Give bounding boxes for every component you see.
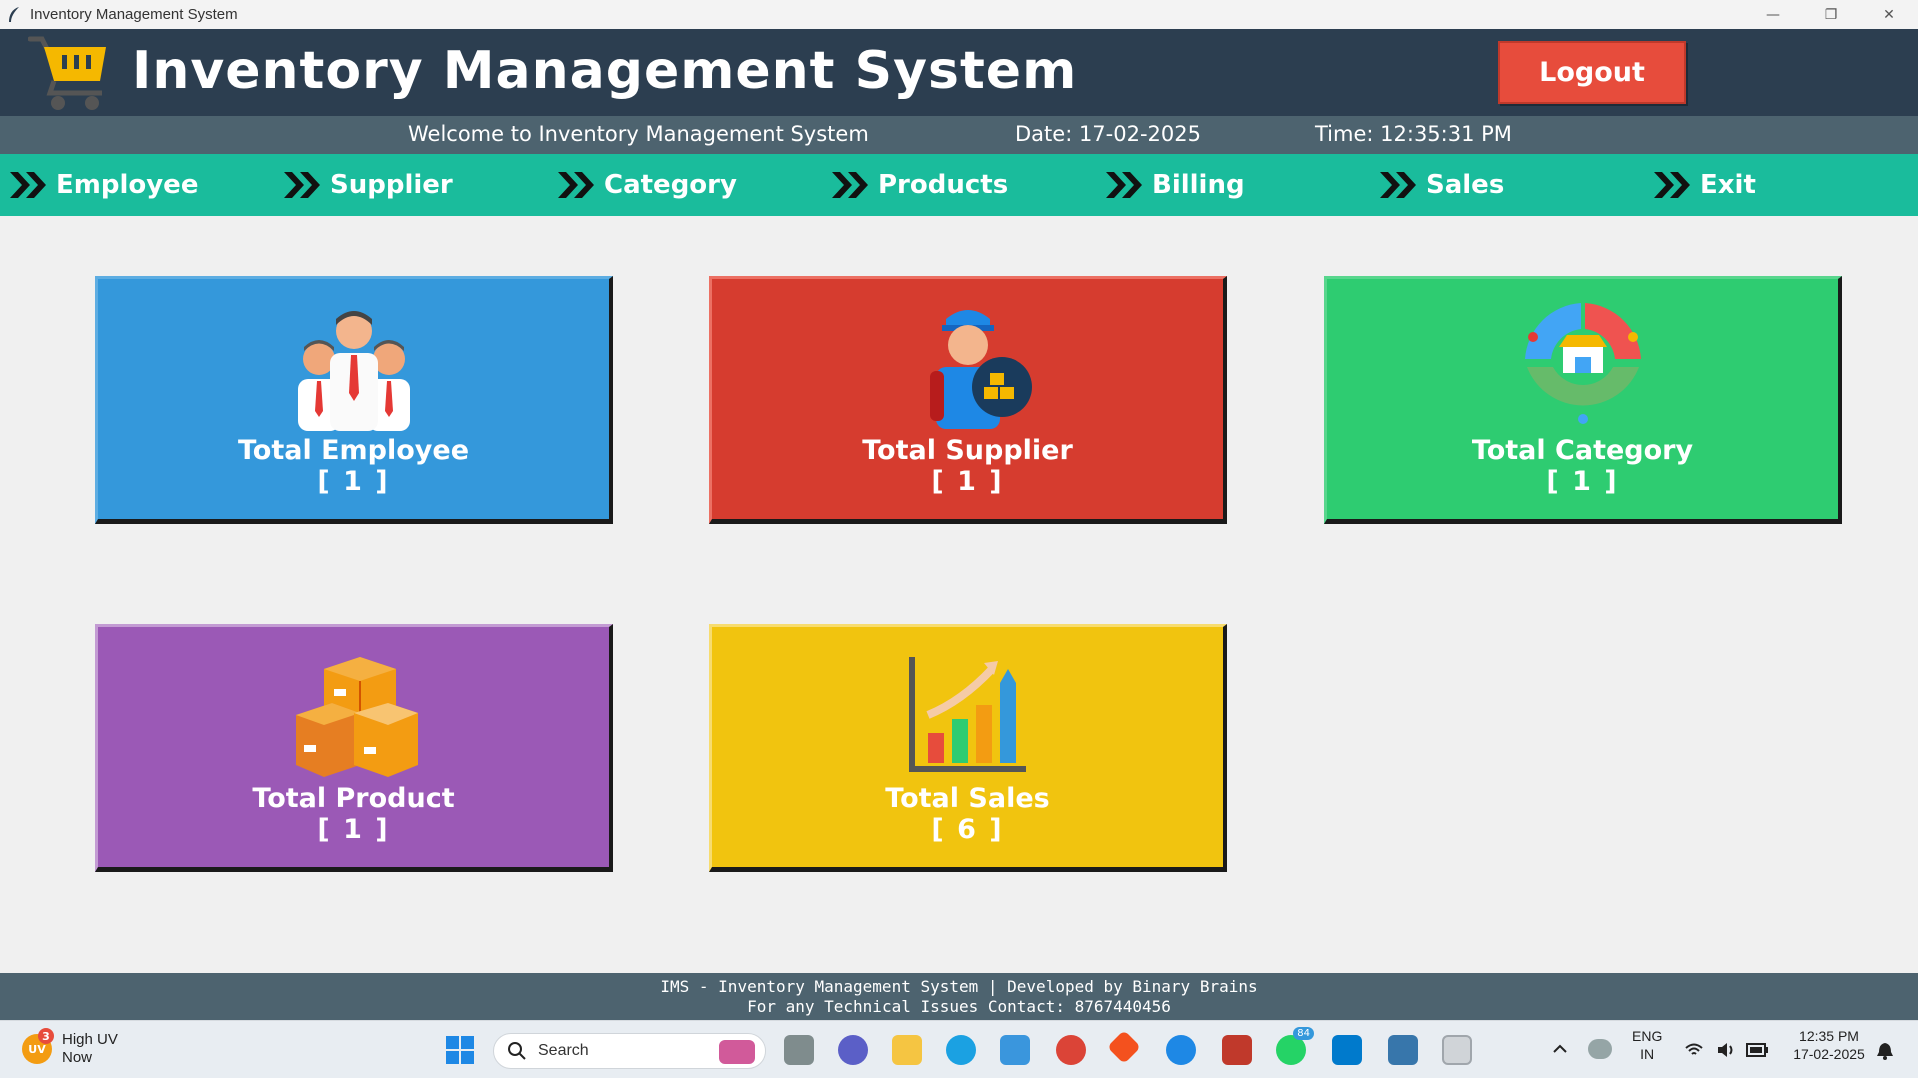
nav-label: Billing: [1152, 170, 1245, 200]
nav-item-sales[interactable]: Sales: [1378, 168, 1504, 202]
bell-icon[interactable]: [1876, 1041, 1894, 1061]
card-count: [ 6 ]: [931, 814, 1004, 845]
weather-sub: Now: [62, 1049, 93, 1066]
chrome-icon[interactable]: [1056, 1035, 1086, 1065]
language-indicator[interactable]: ENG IN: [1632, 1027, 1662, 1063]
card-count: [ 1 ]: [1546, 466, 1619, 497]
ims-app-icon[interactable]: [1442, 1035, 1472, 1065]
total-category-card: Total Category [ 1 ]: [1324, 276, 1842, 524]
nav-label: Exit: [1700, 170, 1756, 200]
nav-item-employee[interactable]: Employee: [8, 168, 198, 202]
onedrive-icon[interactable]: [1588, 1039, 1612, 1059]
card-label: Total Category: [1471, 435, 1694, 466]
status-bar: Welcome to Inventory Management System D…: [0, 116, 1918, 154]
battery-icon[interactable]: [1746, 1043, 1768, 1057]
close-button[interactable]: ✕: [1860, 0, 1918, 29]
whatsapp-badge: 84: [1293, 1027, 1314, 1040]
window-title-bar: Inventory Management System — ❐ ✕: [0, 0, 1918, 29]
double-chevron-icon: [558, 172, 594, 198]
nav-label: Category: [604, 170, 737, 200]
taskbar-search[interactable]: Search: [493, 1033, 766, 1069]
double-chevron-icon: [1380, 172, 1416, 198]
nav-label: Sales: [1426, 170, 1505, 200]
search-highlight-icon: [719, 1040, 755, 1064]
card-count: [ 1 ]: [931, 466, 1004, 497]
store-icon[interactable]: [1000, 1035, 1030, 1065]
employees-icon: [297, 311, 410, 431]
card-count: [ 1 ]: [317, 814, 390, 845]
nav-label: Employee: [56, 170, 199, 200]
card-label: Total Employee: [237, 435, 470, 466]
weather-widget[interactable]: UV 3 High UV Now: [22, 1028, 118, 1067]
whatsapp-icon[interactable]: 84: [1276, 1027, 1314, 1065]
total-supplier-card: Total Supplier [ 1 ]: [709, 276, 1227, 524]
double-chevron-icon: [10, 172, 46, 198]
feather-icon: [9, 6, 19, 22]
nav-label: Products: [878, 170, 1009, 200]
maximize-button[interactable]: ❐: [1802, 0, 1860, 29]
shopping-cart-icon: [28, 36, 106, 110]
footer-contact: For any Technical Issues Contact: 876744…: [747, 997, 1171, 1016]
task-view-icon[interactable]: [784, 1035, 814, 1065]
start-button[interactable]: [446, 1036, 474, 1064]
total-product-card: Total Product [ 1 ]: [95, 624, 613, 872]
help-icon[interactable]: [1166, 1035, 1196, 1065]
vscode-icon[interactable]: [1332, 1035, 1362, 1065]
double-chevron-icon: [832, 172, 868, 198]
sun-icon: UV 3: [22, 1028, 54, 1064]
double-chevron-icon: [1654, 172, 1690, 198]
category-icon: [1524, 303, 1641, 424]
volume-icon[interactable]: [1716, 1041, 1736, 1059]
total-sales-card: Total Sales [ 6 ]: [709, 624, 1227, 872]
nav-item-category[interactable]: Category: [556, 168, 737, 202]
windows-taskbar: UV 3 High UV Now Search 84 ENG IN 12:35 …: [0, 1020, 1918, 1078]
footer-credit: IMS - Inventory Management System | Deve…: [660, 977, 1258, 996]
wifi-icon[interactable]: [1684, 1041, 1704, 1059]
anydesk-icon[interactable]: [1107, 1030, 1141, 1064]
time-text: Time: 12:35:31 PM: [1315, 122, 1512, 146]
nav-item-billing[interactable]: Billing: [1104, 168, 1245, 202]
python-icon[interactable]: [1388, 1035, 1418, 1065]
date-text: Date: 17-02-2025: [1015, 122, 1201, 146]
search-label: Search: [538, 1042, 589, 1059]
card-count: [ 1 ]: [317, 466, 390, 497]
search-icon: [508, 1042, 526, 1060]
logout-button[interactable]: Logout: [1498, 41, 1686, 104]
card-label: Total Sales: [885, 783, 1050, 814]
nav-bar: Employee Supplier Category Products Bill…: [0, 154, 1918, 216]
app-header: Inventory Management System Logout: [0, 29, 1918, 116]
nav-label: Supplier: [330, 170, 453, 200]
double-chevron-icon: [1106, 172, 1142, 198]
total-employee-card: Total Employee [ 1 ]: [95, 276, 613, 524]
boxes-icon: [295, 657, 418, 777]
window-title: Inventory Management System: [30, 6, 238, 23]
chevron-up-icon[interactable]: [1552, 1041, 1568, 1057]
supplier-icon: [929, 310, 1032, 429]
welcome-text: Welcome to Inventory Management System: [408, 122, 869, 146]
dashboard: Total Employee [ 1 ] Total Supplier [ 1 …: [0, 216, 1918, 973]
mcafee-icon[interactable]: [1222, 1035, 1252, 1065]
notification-badge: 3: [38, 1028, 54, 1044]
app-footer: IMS - Inventory Management System | Deve…: [0, 973, 1918, 1020]
card-label: Total Product: [252, 783, 455, 814]
edge-icon[interactable]: [946, 1035, 976, 1065]
clock[interactable]: 12:35 PM 17-02-2025: [1782, 1027, 1876, 1063]
nav-item-products[interactable]: Products: [830, 168, 1008, 202]
double-chevron-icon: [284, 172, 320, 198]
nav-item-exit[interactable]: Exit: [1652, 168, 1756, 202]
weather-title: High UV: [62, 1031, 118, 1048]
nav-item-supplier[interactable]: Supplier: [282, 168, 453, 202]
teams-icon[interactable]: [838, 1035, 868, 1065]
minimize-button[interactable]: —: [1744, 0, 1802, 29]
file-explorer-icon[interactable]: [892, 1035, 922, 1065]
app-title: Inventory Management System: [132, 41, 1078, 101]
sales-chart-icon: [908, 657, 1026, 772]
card-label: Total Supplier: [862, 435, 1073, 466]
